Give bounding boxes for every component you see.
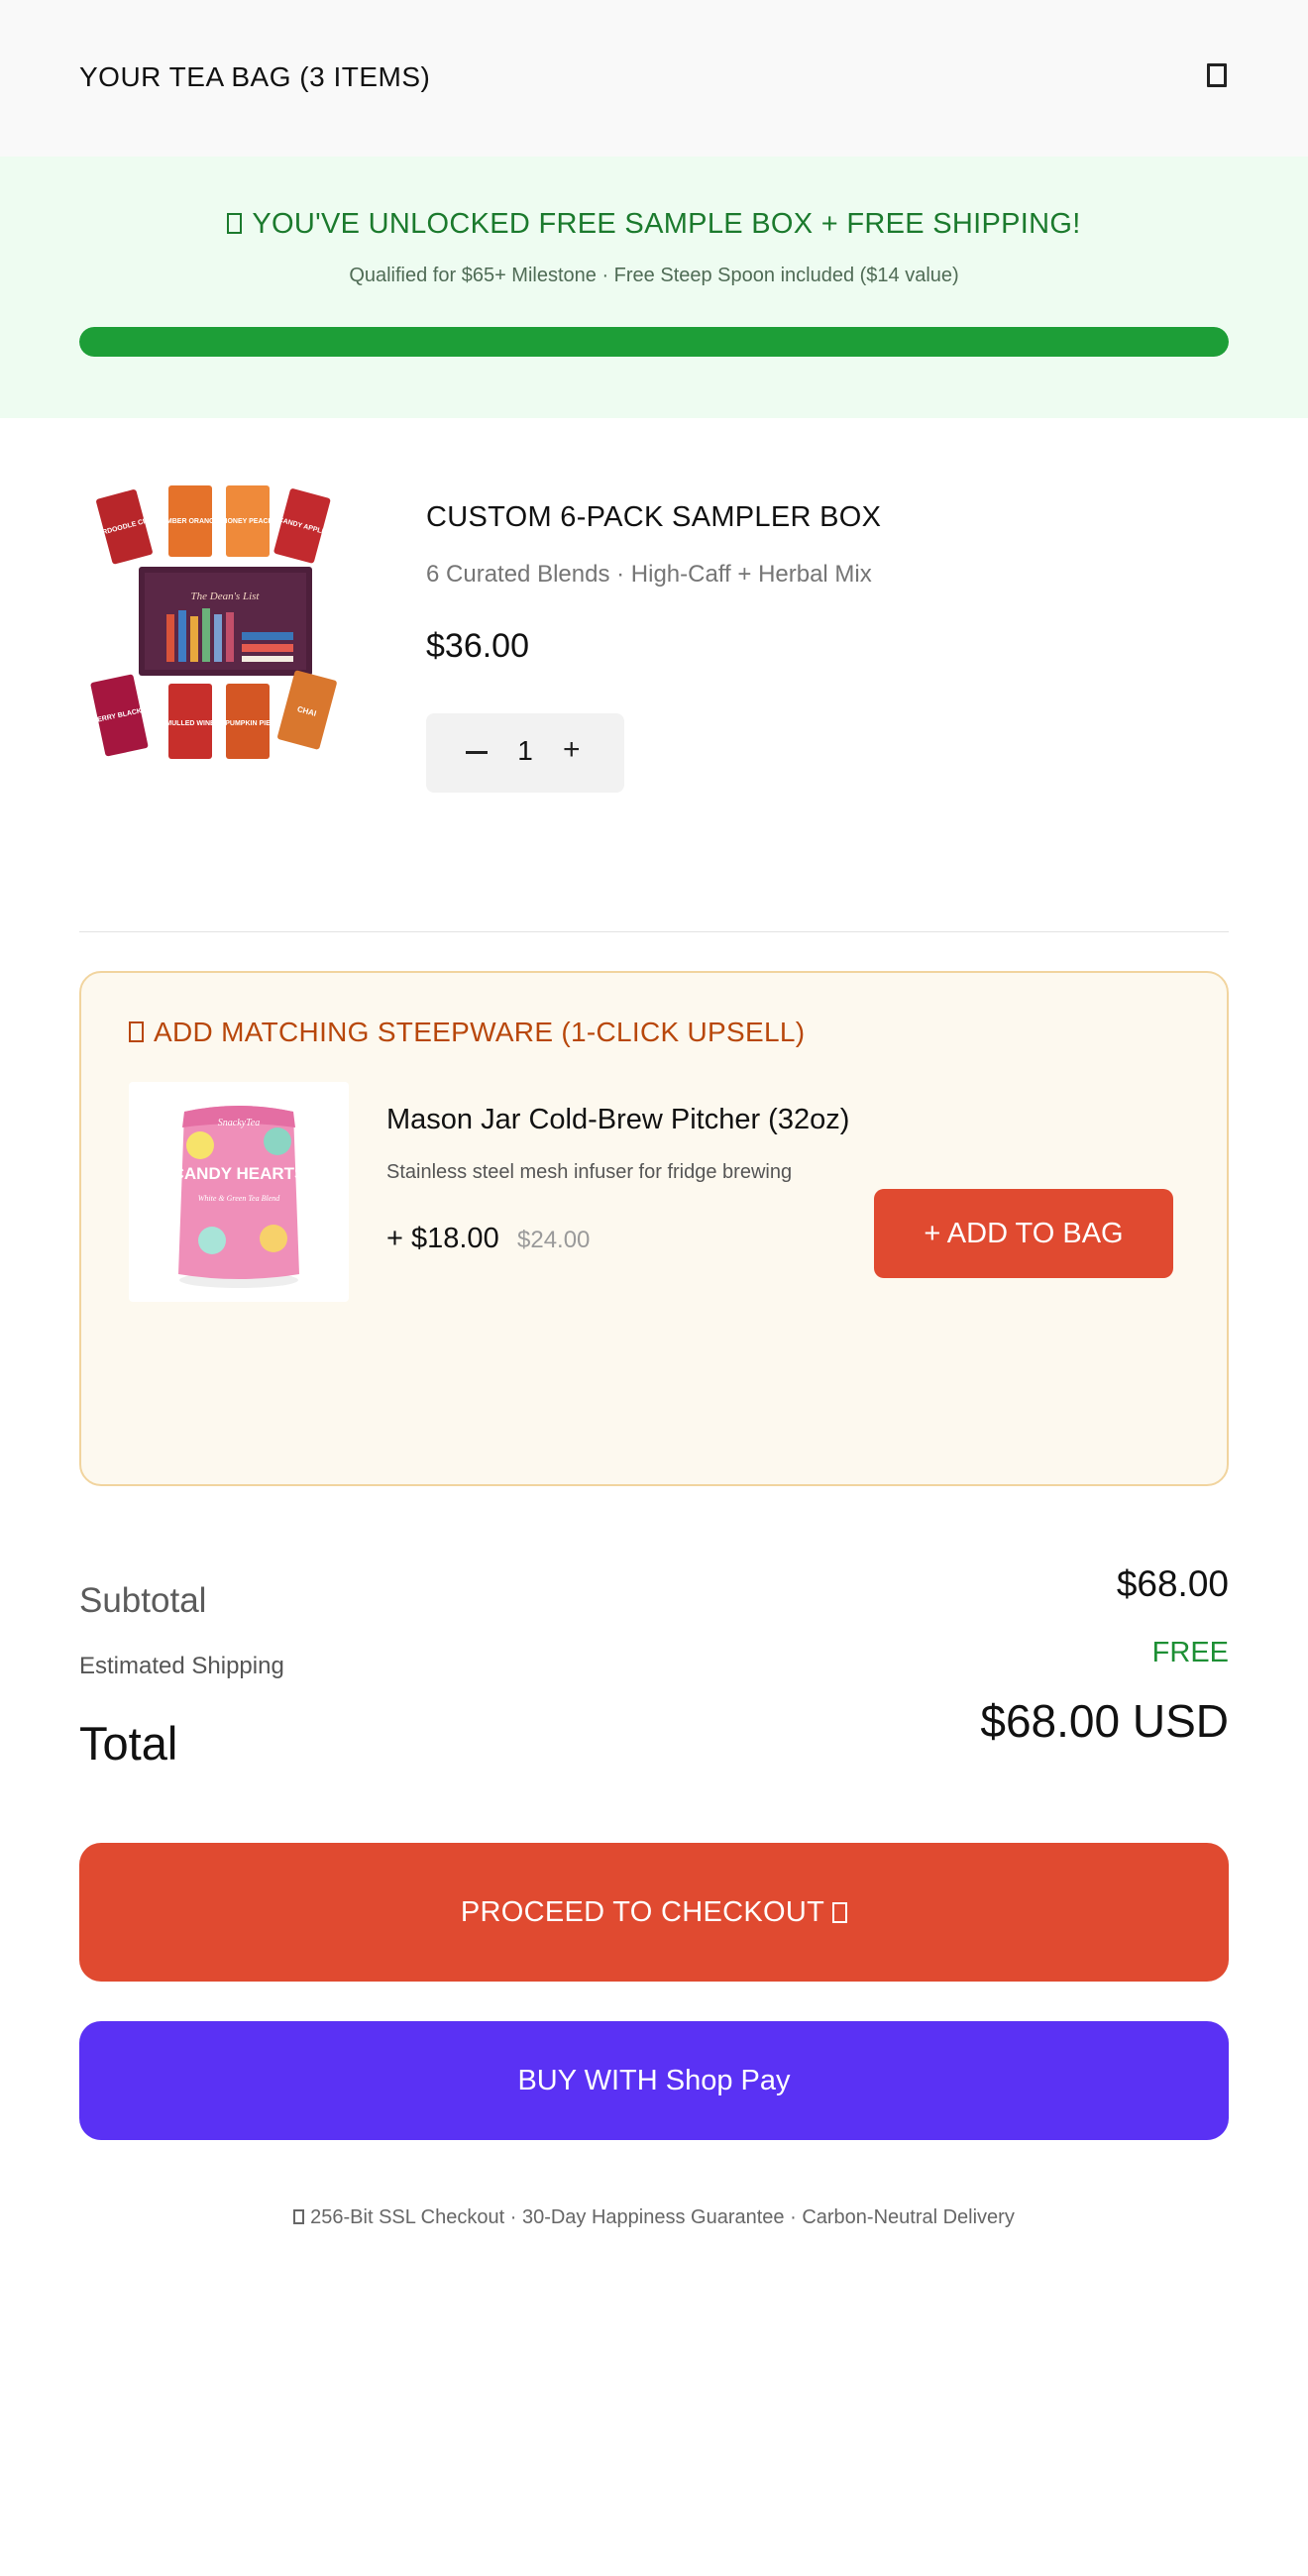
svg-text:SnackyTea: SnackyTea	[218, 1118, 260, 1128]
upsell-compare-price: $24.00	[517, 1227, 591, 1253]
pouch-snickerdoodle: SNICKERDOODLE CRUMBLE	[76, 489, 172, 565]
pouch-honey-peach: HONEY PEACH	[222, 485, 273, 557]
cart-title: YOUR TEA BAG (3 ITEMS)	[79, 61, 431, 92]
quantity-value: 1	[517, 735, 533, 766]
svg-text:CANDY HEARTS: CANDY HEARTS	[172, 1164, 306, 1183]
pouch-mulled-wine: MULLED WINE	[165, 684, 215, 759]
pouch-candy-apple: CANDY APPLE	[273, 488, 331, 564]
cart-header: YOUR TEA BAG (3 ITEMS)	[0, 0, 1308, 157]
close-icon[interactable]	[1207, 63, 1227, 87]
upsell-title: ADD MATCHING STEEPWARE (1-CLICK UPSELL)	[129, 1017, 805, 1048]
svg-text:White & Green Tea Blend: White & Green Tea Blend	[198, 1194, 281, 1203]
pouch-amber-orange: AMBER ORANGE	[162, 485, 220, 557]
checkout-label: PROCEED TO CHECKOUT	[460, 1896, 825, 1928]
shipping-value: FREE	[1151, 1637, 1229, 1668]
upsell-name: Mason Jar Cold-Brew Pitcher (32oz)	[386, 1104, 850, 1135]
shop-pay-button[interactable]: BUY WITH Shop Pay	[79, 2021, 1229, 2140]
quantity-increase-button[interactable]: +	[563, 733, 581, 767]
lock-icon	[293, 2209, 305, 2224]
svg-text:MULLED WINE: MULLED WINE	[165, 720, 215, 727]
subtotal-value: $68.00	[1116, 1563, 1229, 1604]
arrow-icon	[832, 1902, 848, 1923]
upsell-title-text: ADD MATCHING STEEPWARE (1-CLICK UPSELL)	[154, 1017, 806, 1047]
shipping-progress-bar	[79, 327, 1229, 357]
cart-item: SNICKERDOODLE CRUMBLE AMBER ORANGE HONEY…	[73, 476, 1229, 793]
upsell-card: ADD MATCHING STEEPWARE (1-CLICK UPSELL) …	[79, 971, 1229, 1486]
upsell-description: Stainless steel mesh infuser for fridge …	[386, 1161, 793, 1183]
gift-icon	[227, 213, 243, 234]
deans-list-box: The Dean's List	[139, 567, 312, 676]
sampler-box-image: SNICKERDOODLE CRUMBLE AMBER ORANGE HONEY…	[73, 476, 377, 773]
promo-title: YOU'VE UNLOCKED FREE SAMPLE BOX + FREE S…	[0, 208, 1308, 241]
upsell-price: + $18.00	[386, 1223, 499, 1254]
shipping-progress-fill	[79, 327, 1229, 357]
promo-subtitle: Qualified for $65+ Milestone · Free Stee…	[349, 265, 959, 286]
svg-text:AMBER ORANGE: AMBER ORANGE	[162, 518, 220, 525]
svg-text:HONEY PEACH: HONEY PEACH	[222, 518, 272, 525]
quantity-stepper: 1 +	[426, 713, 624, 793]
upsell-product-image: SnackyTea CANDY HEARTS White & Green Tea…	[129, 1082, 349, 1302]
promo-title-text: YOU'VE UNLOCKED FREE SAMPLE BOX + FREE S…	[252, 208, 1081, 240]
shipping-label: Estimated Shipping	[79, 1653, 284, 1679]
svg-text:PUMPKIN PIE: PUMPKIN PIE	[225, 720, 271, 727]
divider	[79, 931, 1229, 932]
trust-line: 256-Bit SSL Checkout · 30-Day Happiness …	[0, 2206, 1308, 2229]
pouch-raspberry: RASPBERRY BLACKBERRY	[73, 674, 166, 757]
sparkle-icon	[129, 1021, 144, 1042]
total-label: Total	[79, 1717, 178, 1770]
item-price: $36.00	[426, 627, 529, 665]
subtotal-label: Subtotal	[79, 1581, 207, 1620]
add-to-bag-button[interactable]: + ADD TO BAG	[874, 1189, 1173, 1278]
checkout-button[interactable]: PROCEED TO CHECKOUT	[79, 1843, 1229, 1982]
free-shipping-banner: YOU'VE UNLOCKED FREE SAMPLE BOX + FREE S…	[0, 157, 1308, 418]
trust-text: 256-Bit SSL Checkout · 30-Day Happiness …	[310, 2206, 1015, 2228]
pouch-chai: CHAI	[277, 670, 337, 750]
item-description: 6 Curated Blends · High-Caff + Herbal Mi…	[426, 561, 872, 588]
pouch-pumpkin-pie: PUMPKIN PIE	[225, 684, 271, 759]
item-name: CUSTOM 6-PACK SAMPLER BOX	[426, 501, 882, 533]
svg-text:The Dean's List: The Dean's List	[191, 590, 261, 602]
total-value: $68.00 USD	[980, 1695, 1229, 1747]
